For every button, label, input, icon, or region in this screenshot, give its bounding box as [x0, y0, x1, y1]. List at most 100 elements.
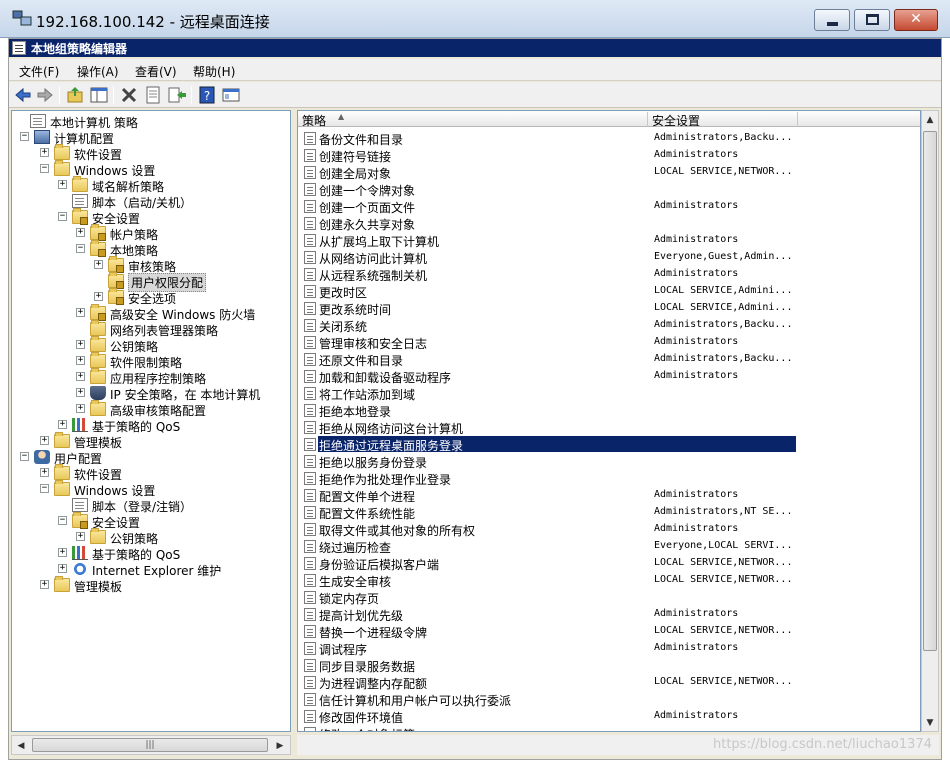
table-row[interactable]: 锁定内存页	[298, 589, 920, 606]
minimize-button[interactable]	[814, 9, 850, 31]
expand-icon[interactable]: +	[76, 228, 85, 237]
table-row[interactable]: 创建永久共享对象	[298, 215, 920, 232]
expand-icon[interactable]: +	[76, 340, 85, 349]
table-row[interactable]: 从网络访问此计算机 Everyone,Guest,Admin...	[298, 249, 920, 266]
close-button[interactable]: ✕	[894, 9, 938, 31]
table-row[interactable]: 拒绝从网络访问这台计算机	[298, 419, 920, 436]
expand-icon[interactable]: +	[76, 356, 85, 365]
table-row[interactable]: 备份文件和目录 Administrators,Backu...	[298, 130, 920, 147]
table-row[interactable]: 从远程系统强制关机 Administrators	[298, 266, 920, 283]
collapse-icon[interactable]: −	[20, 132, 29, 141]
table-row[interactable]: 拒绝通过远程桌面服务登录	[298, 436, 920, 453]
policy-icon	[304, 506, 316, 519]
table-row[interactable]: 创建全局对象 LOCAL SERVICE,NETWOR...	[298, 164, 920, 181]
table-row[interactable]: 调试程序 Administrators	[298, 640, 920, 657]
list-vertical-scrollbar[interactable]: ▲ ▼	[921, 110, 939, 732]
table-row[interactable]: 取得文件或其他对象的所有权 Administrators	[298, 521, 920, 538]
scroll-up-icon[interactable]: ▲	[922, 112, 938, 128]
expand-icon[interactable]: +	[94, 260, 103, 269]
folder-icon	[54, 480, 70, 496]
table-row[interactable]: 拒绝本地登录	[298, 402, 920, 419]
menu-action[interactable]: 操作(A)	[77, 63, 119, 80]
menu-file[interactable]: 文件(F)	[19, 63, 59, 80]
table-row[interactable]: 拒绝以服务身份登录	[298, 453, 920, 470]
scroll-thumb[interactable]: |||	[32, 738, 268, 752]
view-icon[interactable]	[221, 85, 241, 105]
table-row[interactable]: 加载和卸载设备驱动程序 Administrators	[298, 368, 920, 385]
table-row[interactable]: 管理审核和安全日志 Administrators	[298, 334, 920, 351]
policy-icon	[304, 438, 316, 451]
table-row[interactable]: 同步目录服务数据	[298, 657, 920, 674]
expand-icon[interactable]: +	[58, 420, 67, 429]
table-row[interactable]: 提高计划优先级 Administrators	[298, 606, 920, 623]
menu-help[interactable]: 帮助(H)	[193, 63, 235, 80]
collapse-icon[interactable]: −	[76, 244, 85, 253]
tree-horizontal-scrollbar[interactable]: ◀ ||| ▶	[11, 735, 291, 755]
folder-icon	[72, 176, 88, 192]
policy-name: 创建一个页面文件	[319, 201, 416, 215]
collapse-icon[interactable]: −	[40, 164, 49, 173]
table-row[interactable]: 拒绝作为批处理作业登录	[298, 470, 920, 487]
locked-folder-icon	[72, 208, 88, 225]
table-row[interactable]: 修改一个对象标签	[298, 725, 920, 731]
expand-icon[interactable]: +	[40, 580, 49, 589]
back-arrow-icon[interactable]	[13, 85, 33, 105]
up-folder-icon[interactable]	[65, 85, 85, 105]
table-row[interactable]: 为进程调整内存配额 LOCAL SERVICE,NETWOR...	[298, 674, 920, 691]
table-row[interactable]: 创建一个令牌对象	[298, 181, 920, 198]
policy-name: 关闭系统	[319, 320, 368, 334]
delete-icon[interactable]	[119, 85, 139, 105]
table-row[interactable]: 配置文件单个进程 Administrators	[298, 487, 920, 504]
collapse-icon[interactable]: −	[58, 212, 67, 221]
locked-folder-icon	[90, 304, 106, 321]
table-row[interactable]: 将工作站添加到域	[298, 385, 920, 402]
column-header-security-setting[interactable]: 安全设置	[648, 112, 798, 128]
expand-icon[interactable]: +	[58, 180, 67, 189]
locked-folder-icon	[108, 256, 124, 273]
expand-icon[interactable]: +	[76, 404, 85, 413]
maximize-button[interactable]	[854, 9, 890, 31]
expand-icon[interactable]: +	[76, 308, 85, 317]
scroll-thumb[interactable]	[923, 131, 937, 651]
table-row[interactable]: 更改系统时间 LOCAL SERVICE,Admini...	[298, 300, 920, 317]
help-icon[interactable]: ?	[197, 85, 217, 105]
export-list-icon[interactable]	[167, 85, 187, 105]
collapse-icon[interactable]: −	[58, 516, 67, 525]
expand-icon[interactable]: +	[40, 468, 49, 477]
column-header-policy[interactable]: 策略 ▲	[298, 112, 648, 128]
table-row[interactable]: 从扩展坞上取下计算机 Administrators	[298, 232, 920, 249]
table-row[interactable]: 创建符号链接 Administrators	[298, 147, 920, 164]
table-row[interactable]: 还原文件和目录 Administrators,Backu...	[298, 351, 920, 368]
show-hide-tree-icon[interactable]	[89, 85, 109, 105]
table-row[interactable]: 更改时区 LOCAL SERVICE,Admini...	[298, 283, 920, 300]
expand-icon[interactable]: +	[58, 564, 67, 573]
table-row[interactable]: 配置文件系统性能 Administrators,NT SE...	[298, 504, 920, 521]
expand-icon[interactable]: +	[58, 548, 67, 557]
table-row[interactable]: 修改固件环境值 Administrators	[298, 708, 920, 725]
expand-icon[interactable]: +	[40, 148, 49, 157]
menu-view[interactable]: 查看(V)	[135, 63, 177, 80]
table-row[interactable]: 关闭系统 Administrators,Backu...	[298, 317, 920, 334]
table-row[interactable]: 创建一个页面文件 Administrators	[298, 198, 920, 215]
tree-pane[interactable]: 本地计算机 策略 − 计算机配置 + 软件设置 − Windows 设置 + 域名解析策略 脚本（…	[11, 110, 291, 732]
folder-icon	[54, 160, 70, 176]
policy-security-setting: Administrators	[654, 370, 739, 381]
collapse-icon[interactable]: −	[40, 484, 49, 493]
expand-icon[interactable]: +	[76, 532, 85, 541]
collapse-icon[interactable]: −	[20, 452, 29, 461]
scroll-left-icon[interactable]: ◀	[13, 738, 29, 754]
expand-icon[interactable]: +	[94, 292, 103, 301]
table-row[interactable]: 生成安全审核 LOCAL SERVICE,NETWOR...	[298, 572, 920, 589]
scroll-right-icon[interactable]: ▶	[272, 738, 288, 754]
table-row[interactable]: 身份验证后模拟客户端 LOCAL SERVICE,NETWOR...	[298, 555, 920, 572]
table-row[interactable]: 替换一个进程级令牌 LOCAL SERVICE,NETWOR...	[298, 623, 920, 640]
expand-icon[interactable]: +	[76, 388, 85, 397]
expand-icon[interactable]: +	[76, 372, 85, 381]
forward-arrow-icon[interactable]	[35, 85, 55, 105]
expand-icon[interactable]: +	[40, 436, 49, 445]
table-row[interactable]: 绕过遍历检查 Everyone,LOCAL SERVI...	[298, 538, 920, 555]
policy-list-pane[interactable]: 策略 ▲ 安全设置 备份文件和目录 Administrators,Backu...…	[297, 110, 921, 732]
properties-icon[interactable]	[143, 85, 163, 105]
table-row[interactable]: 信任计算机和用户帐户可以执行委派	[298, 691, 920, 708]
scroll-down-icon[interactable]: ▼	[922, 715, 938, 731]
